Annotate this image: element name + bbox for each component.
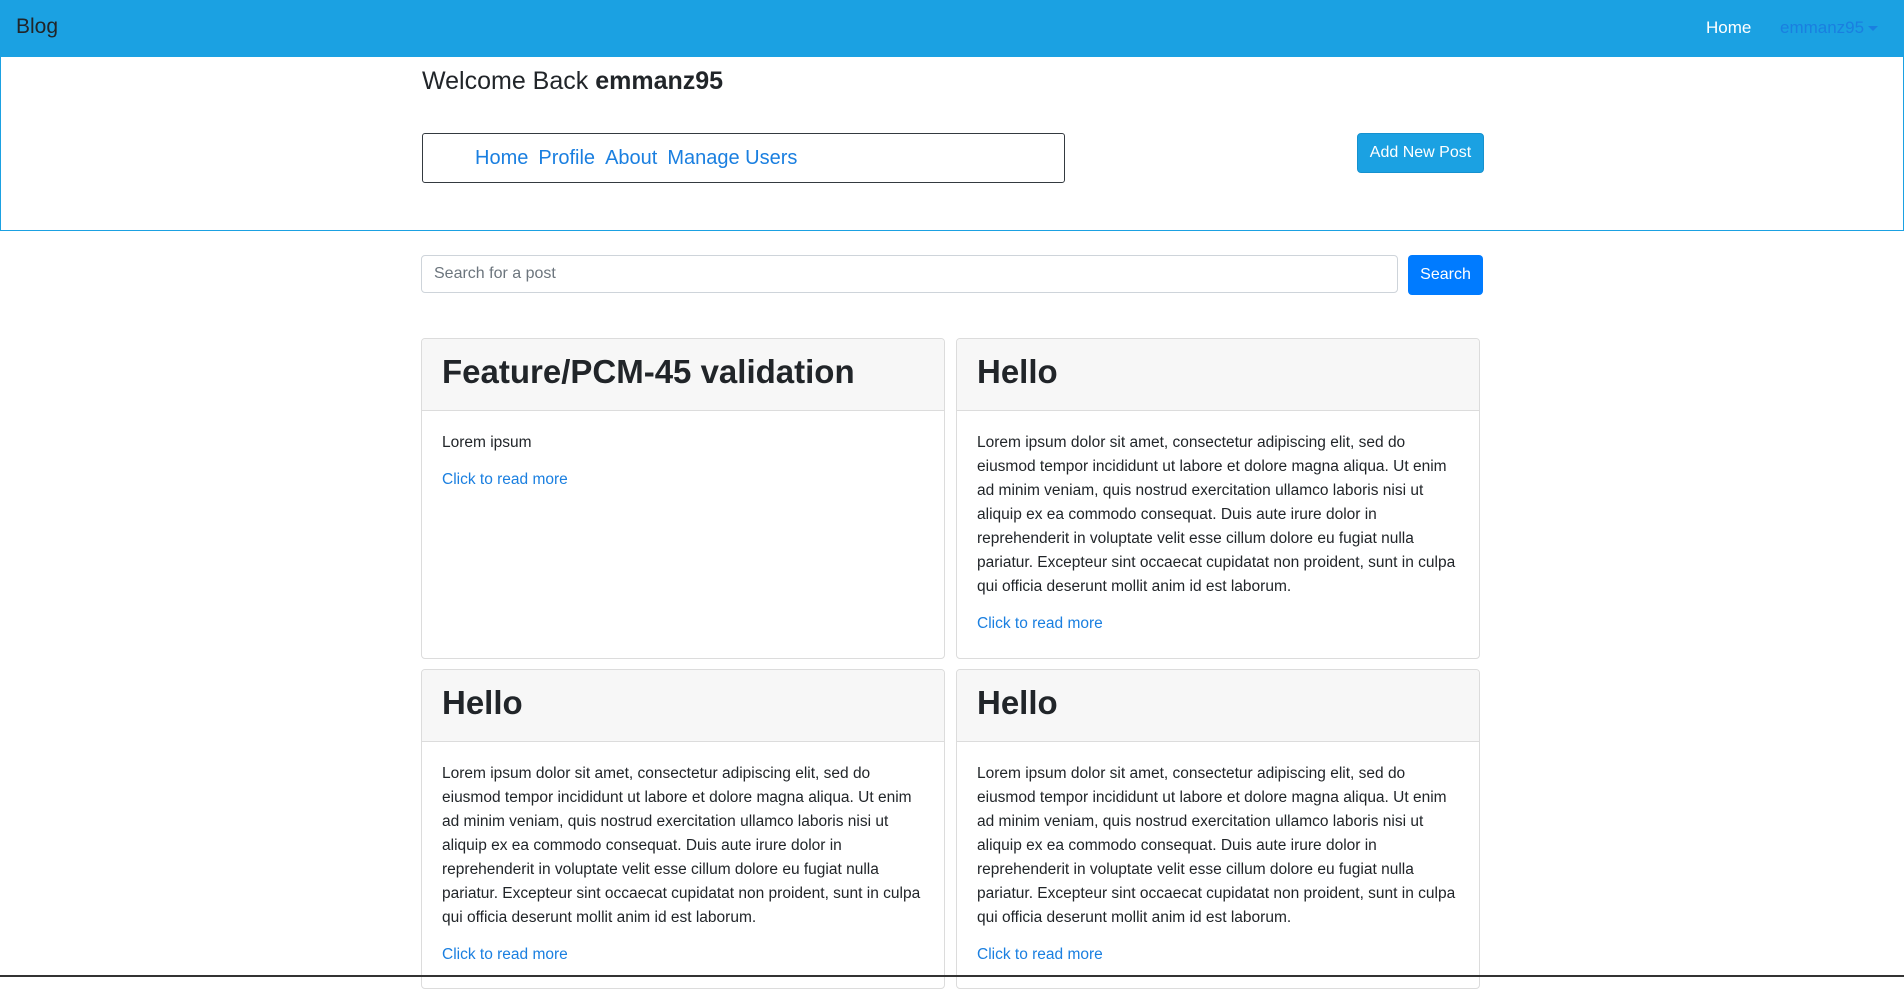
header-panel: Welcome Back emmanz95 Home Profile About… bbox=[0, 57, 1904, 231]
nav-home-link[interactable]: Home bbox=[1706, 18, 1751, 38]
post-body: Lorem ipsum Click to read more bbox=[422, 411, 944, 489]
read-more-link[interactable]: Click to read more bbox=[442, 946, 568, 963]
read-more-link[interactable]: Click to read more bbox=[442, 471, 568, 488]
post-body: Lorem ipsum dolor sit amet, consectetur … bbox=[957, 411, 1479, 633]
post-excerpt: Lorem ipsum dolor sit amet, consectetur … bbox=[977, 765, 1456, 926]
subnav-home-link[interactable]: Home bbox=[475, 147, 528, 170]
caret-down-icon bbox=[1868, 25, 1879, 31]
welcome-prefix: Welcome Back bbox=[422, 67, 596, 95]
post-title: Hello bbox=[422, 670, 944, 742]
add-new-post-button[interactable]: Add New Post bbox=[1357, 133, 1484, 173]
welcome-message: Welcome Back emmanz95 bbox=[422, 67, 723, 96]
post-excerpt: Lorem ipsum bbox=[442, 434, 532, 451]
post-title: Hello bbox=[957, 339, 1479, 411]
post-title: Hello bbox=[957, 670, 1479, 742]
subnav-profile-link[interactable]: Profile bbox=[538, 147, 595, 170]
user-dropdown-toggle[interactable]: emmanz95 bbox=[1780, 18, 1879, 38]
read-more-link[interactable]: Click to read more bbox=[977, 946, 1103, 963]
search-button[interactable]: Search bbox=[1408, 255, 1483, 295]
subnav-about-link[interactable]: About bbox=[605, 147, 657, 170]
post-title: Feature/PCM-45 validation bbox=[422, 339, 944, 411]
read-more-link[interactable]: Click to read more bbox=[977, 615, 1103, 632]
post-card: Hello Lorem ipsum dolor sit amet, consec… bbox=[956, 669, 1480, 989]
search-input[interactable] bbox=[421, 255, 1398, 293]
top-navbar: Blog Home emmanz95 bbox=[0, 0, 1904, 57]
post-card: Feature/PCM-45 validation Lorem ipsum Cl… bbox=[421, 338, 945, 659]
welcome-username: emmanz95 bbox=[595, 67, 724, 95]
post-card: Hello Lorem ipsum dolor sit amet, consec… bbox=[956, 338, 1480, 659]
brand-link[interactable]: Blog bbox=[16, 15, 58, 39]
post-body: Lorem ipsum dolor sit amet, consectetur … bbox=[422, 742, 944, 964]
subnav-manage-users-link[interactable]: Manage Users bbox=[667, 147, 797, 170]
sub-navigation: Home Profile About Manage Users bbox=[422, 133, 1065, 183]
post-excerpt: Lorem ipsum dolor sit amet, consectetur … bbox=[442, 765, 921, 926]
post-excerpt: Lorem ipsum dolor sit amet, consectetur … bbox=[977, 434, 1456, 595]
post-body: Lorem ipsum dolor sit amet, consectetur … bbox=[957, 742, 1479, 964]
user-dropdown-label: emmanz95 bbox=[1780, 18, 1865, 37]
post-card: Hello Lorem ipsum dolor sit amet, consec… bbox=[421, 669, 945, 989]
